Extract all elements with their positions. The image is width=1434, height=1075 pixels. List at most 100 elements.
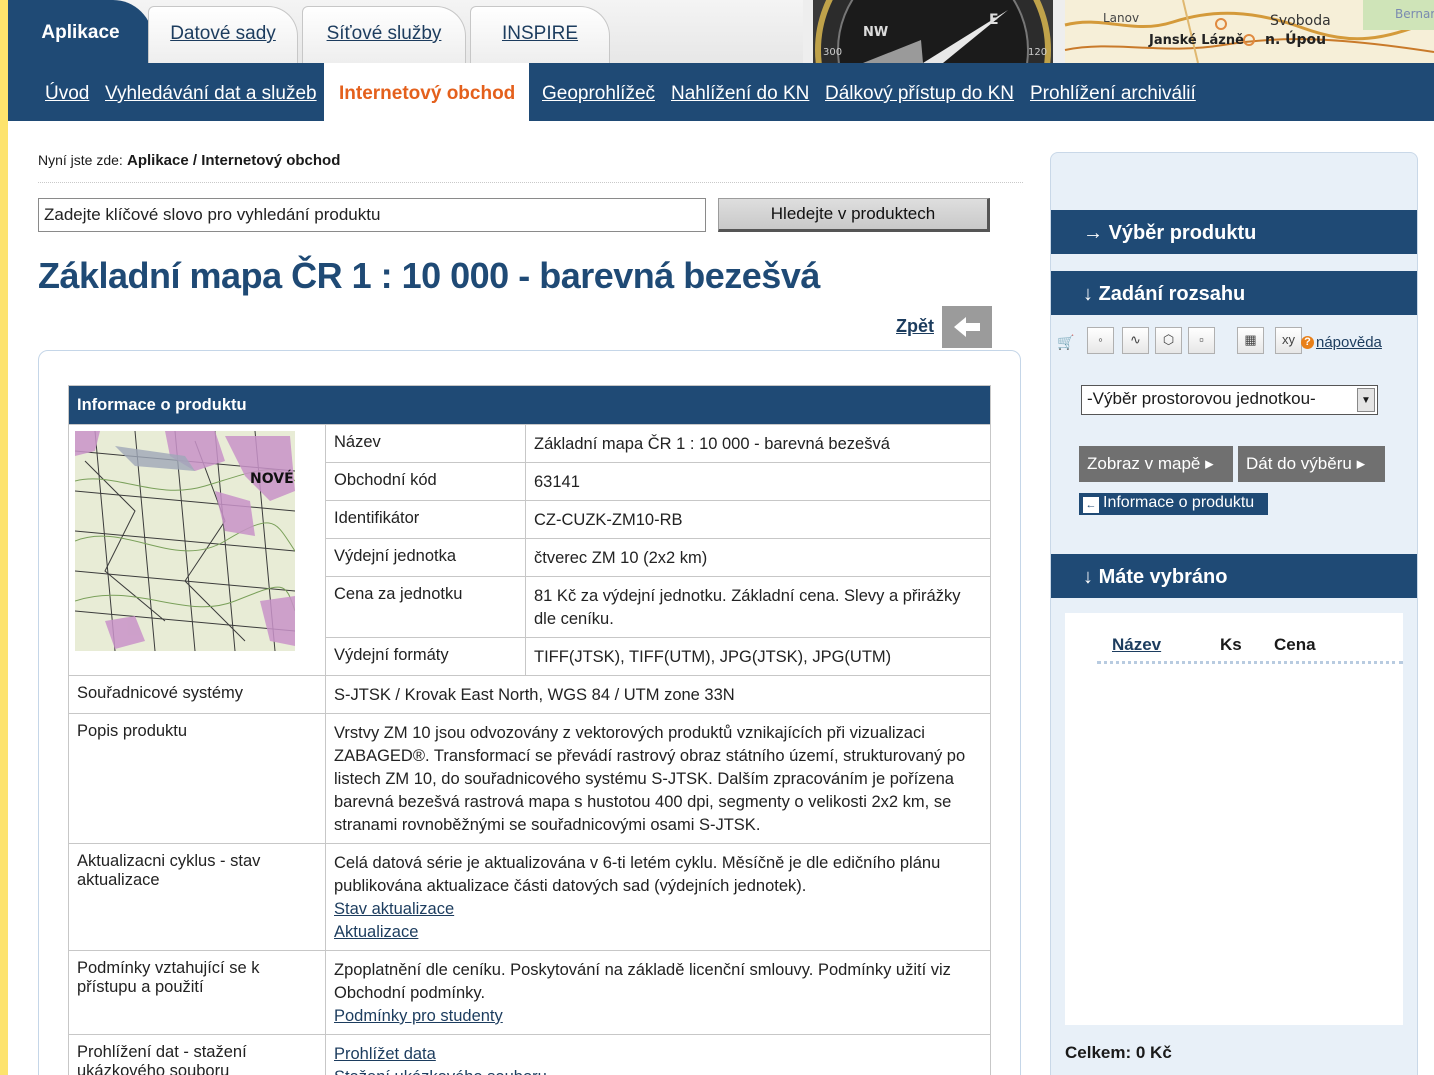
field-value: Prohlížet data Stažení ukázkového soubor… [325,1034,991,1075]
map-label: Lanov [1103,11,1139,25]
product-info-header: Informace o produktu [68,385,991,425]
add-to-selection-button[interactable]: Dát do výběru ▸ [1238,446,1385,482]
button-label: Dát do výběru [1246,454,1352,473]
point-tool-icon[interactable]: ◦ [1087,327,1114,354]
field-value: Celá datová série je aktualizována v 6-t… [325,843,991,951]
page-title: Základní mapa ČR 1 : 10 000 - barevná be… [38,255,820,296]
nav-prohlizeni-archivalii[interactable]: Prohlížení archiválií [1030,63,1196,121]
nav-nahlizeni-kn[interactable]: Nahlížení do KN [671,63,809,121]
nav-internetovy-obchod[interactable]: Internetový obchod [324,63,530,121]
xy-coordinates-tool-icon[interactable]: xy [1275,327,1302,354]
triangle-right-icon: ▸ [1205,454,1214,473]
thumbnail-label: NOVÉ [250,470,294,487]
polygon-tool-icon[interactable]: ⬡ [1155,327,1182,354]
order-sidebar: → Výběr produktu ↓ Zadání rozsahu 🛒 ◦ ∿ … [1050,152,1418,1075]
product-thumbnail-cell: NOVÉ [68,424,326,676]
field-label: Souřadnicové systémy [68,675,326,714]
back-button[interactable] [942,306,992,348]
help-link[interactable]: nápověda [1316,334,1382,351]
field-label: Cena za jednotku [325,576,526,638]
field-value: 81 Kč za výdejní jednotku. Základní cena… [525,576,991,638]
triangle-right-icon: ▸ [1356,454,1366,473]
field-value: TIFF(JTSK), TIFF(UTM), JPG(JTSK), JPG(UT… [525,637,991,676]
nav-dalkovy-pristup[interactable]: Dálkový přístup do KN [825,63,1014,121]
field-label: Popis produktu [68,713,326,844]
breadcrumb: Nyní jste zde: Aplikace / Internetový ob… [38,152,1023,183]
back-arrow-icon: ← [1083,497,1099,513]
line-tool-icon[interactable]: ∿ [1122,327,1149,354]
field-label: Prohlížení dat - stažení ukázkového soub… [68,1034,326,1075]
column-quantity: Ks [1220,635,1242,654]
search-products-button[interactable]: Hledejte v produktech [718,198,990,232]
step-your-selection[interactable]: ↓ Máte vybráno [1051,554,1417,598]
nav-uvod[interactable]: Úvod [45,63,89,121]
tab-inspire[interactable]: INSPIRE [470,6,610,63]
field-label: Aktualizacni cyklus - stav aktualizace [68,843,326,951]
svg-text:120: 120 [1028,47,1047,58]
field-value: S-JTSK / Krovak East North, WGS 84 / UTM… [325,675,991,714]
field-value: CZ-CUZK-ZM10-RB [525,500,991,539]
update-text: Celá datová série je aktualizována v 6-t… [334,854,941,895]
update-status-link[interactable]: Stav aktualizace [334,898,982,921]
student-terms-link[interactable]: Podmínky pro studenty [334,1005,982,1028]
field-label: Výdejní formáty [325,637,526,676]
step-label: Výběr produktu [1108,222,1257,244]
arrow-down-icon: ↓ [1083,566,1093,588]
map-label: Janské Lázně [1148,33,1244,48]
top-header: Aplikace Datové sady Síťové služby INSPI… [8,0,1434,63]
map-label: Svoboda [1270,13,1331,29]
button-label: Informace o produktu [1103,494,1255,511]
column-price: Cena [1274,635,1316,654]
step-product-selection[interactable]: → Výběr produktu [1051,210,1417,254]
tab-sitove-sluzby[interactable]: Síťové služby [302,6,466,63]
field-label: Název [325,424,526,463]
field-value: 63141 [525,462,991,501]
svg-text:E: E [989,12,999,28]
map-label: n. Úpou [1265,30,1326,48]
product-search-input[interactable] [38,198,706,232]
nav-vyhledavani[interactable]: Vyhledávání dat a služeb [105,63,317,121]
field-value: Zpoplatnění dle ceníku. Poskytování na z… [325,950,991,1035]
selected-items-box: Název Ks Cena [1065,613,1403,1025]
show-in-map-button[interactable]: Zobraz v mapě ▸ [1079,446,1233,482]
map-sheet-tool-icon[interactable]: ▦ [1237,327,1264,354]
tab-aplikace[interactable]: Aplikace [8,0,153,63]
tab-label: Aplikace [41,22,120,43]
map-thumbnail-image: NOVÉ [74,430,296,652]
arrow-left-icon [954,317,980,337]
view-data-link[interactable]: Prohlížet data [334,1043,982,1066]
rectangle-tool-icon[interactable]: ▫ [1188,327,1215,354]
compass-map-illustration: NW E 300 120 Lanov Svoboda Janské Lázně … [803,0,1434,63]
field-label: Obchodní kód [325,462,526,501]
field-label: Podmínky vztahující se k přístupu a použ… [68,950,326,1035]
back-link[interactable]: Zpět [896,316,934,337]
map-label: Bernart [1395,7,1434,21]
spatial-unit-select[interactable]: -Výběr prostorovou jednotkou- ▼ [1081,385,1378,415]
page: Aplikace Datové sady Síťové služby INSPI… [8,0,1434,1075]
cart-icon: 🛒 [1057,334,1075,350]
field-value: Základní mapa ČR 1 : 10 000 - barevná be… [525,424,991,463]
update-link[interactable]: Aktualizace [334,921,982,944]
field-label: Výdejní jednotka [325,538,526,577]
breadcrumb-path[interactable]: Aplikace / Internetový obchod [127,152,340,169]
tab-datove-sady[interactable]: Datové sady [148,6,298,63]
main-navigation: Úvod Vyhledávání dat a služeb Internetov… [8,63,1434,121]
arrow-right-icon: → [1083,222,1103,244]
column-name[interactable]: Název [1112,635,1161,655]
product-info-button[interactable]: ← Informace o produktu [1079,493,1269,515]
header-banner-image: NW E 300 120 Lanov Svoboda Janské Lázně … [803,0,1434,63]
download-sample-link[interactable]: Stažení ukázkového souboru [334,1066,982,1075]
field-value: čtverec ZM 10 (2x2 km) [525,538,991,577]
chevron-down-icon[interactable]: ▼ [1357,388,1375,412]
nav-geoprohlizec[interactable]: Geoprohlížeč [542,63,655,121]
terms-text: Zpoplatnění dle ceníku. Poskytování na z… [334,961,951,1002]
selected-items-header: Název Ks Cena [1097,625,1403,664]
tab-label: INSPIRE [501,23,579,44]
total-price: Celkem: 0 Kč [1065,1043,1172,1062]
arrow-down-icon: ↓ [1083,283,1093,305]
step-extent-entry[interactable]: ↓ Zadání rozsahu [1051,271,1417,315]
selection-toolbar: 🛒 ◦ ∿ ⬡ ▫ ▦ xy ? nápověda [1051,325,1417,361]
svg-text:NW: NW [863,25,888,40]
select-value: -Výběr prostorovou jednotkou- [1087,389,1316,408]
svg-text:300: 300 [823,47,842,58]
